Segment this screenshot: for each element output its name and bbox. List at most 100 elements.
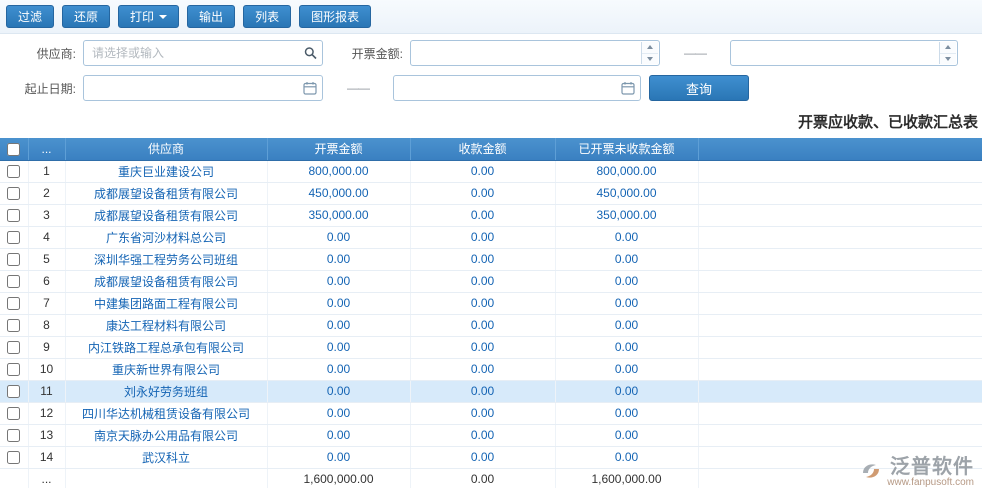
table-row[interactable]: 3 成都展望设备租赁有限公司 350,000.00 0.00 350,000.00: [0, 204, 982, 227]
row-index: 12: [28, 402, 66, 425]
table-row[interactable]: 13 南京天脉办公用品有限公司 0.00 0.00 0.00: [0, 424, 982, 447]
col-header-invoice-amount: 开票金额: [267, 138, 411, 161]
received-amount-cell: 0.00: [410, 204, 556, 227]
table-row[interactable]: 4 广东省河沙材料总公司 0.00 0.00 0.00: [0, 226, 982, 249]
row-filler-cell: [698, 248, 982, 271]
row-checkbox[interactable]: [7, 407, 21, 421]
row-checkbox-cell: [0, 380, 29, 403]
end-date-input[interactable]: [393, 75, 641, 101]
filter-row-1: 供应商: 开票金额: ——: [10, 39, 972, 67]
supplier-cell[interactable]: 成都展望设备租赁有限公司: [65, 204, 268, 227]
unreceived-amount-cell: 0.00: [555, 380, 699, 403]
row-checkbox[interactable]: [7, 297, 21, 311]
summary-table: ... 供应商 开票金额 收款金额 已开票未收款金额 1 重庆巨业建设公司 800,…: [0, 138, 982, 488]
row-checkbox[interactable]: [7, 231, 21, 245]
start-date-wrap: [83, 75, 323, 101]
table-row[interactable]: 12 四川华达机械租赁设备有限公司 0.00 0.00 0.00: [0, 402, 982, 425]
table-row[interactable]: 10 重庆新世界有限公司 0.00 0.00 0.00: [0, 358, 982, 381]
received-amount-cell: 0.00: [410, 358, 556, 381]
list-view-button[interactable]: 列表: [243, 5, 292, 28]
table-row[interactable]: 7 中建集团路面工程有限公司 0.00 0.00 0.00: [0, 292, 982, 315]
table-row[interactable]: 11 刘永好劳务班组 0.00 0.00 0.00: [0, 380, 982, 403]
invoice-amount-label: 开票金额:: [351, 46, 403, 61]
table-footer-row: ... 1,600,000.00 0.00 1,600,000.00: [0, 467, 982, 488]
row-index: 3: [28, 204, 66, 227]
row-checkbox[interactable]: [7, 451, 21, 465]
date-range-label: 起止日期:: [24, 81, 76, 96]
unreceived-amount-cell: 0.00: [555, 248, 699, 271]
row-filler-cell: [698, 446, 982, 469]
table-row[interactable]: 6 成都展望设备租赁有限公司 0.00 0.00 0.00: [0, 270, 982, 293]
filter-button[interactable]: 过滤: [6, 5, 55, 28]
received-amount-cell: 0.00: [410, 292, 556, 315]
invoice-amount-max-select[interactable]: [730, 40, 958, 66]
date-range-dash: ——: [347, 81, 370, 95]
supplier-cell[interactable]: 四川华达机械租赁设备有限公司: [65, 402, 268, 425]
row-checkbox-cell: [0, 160, 29, 183]
row-checkbox[interactable]: [7, 253, 21, 267]
spinner-up-icon[interactable]: [642, 42, 658, 54]
start-date-input[interactable]: [83, 75, 323, 101]
spinner-down-icon[interactable]: [940, 53, 956, 64]
row-checkbox[interactable]: [7, 385, 21, 399]
calendar-icon[interactable]: [621, 81, 635, 95]
footer-unreceived-total: 1,600,000.00: [555, 467, 699, 488]
search-icon[interactable]: [304, 47, 317, 60]
filter-button-label: 过滤: [18, 10, 43, 24]
chevron-down-icon: [159, 14, 168, 19]
unreceived-amount-cell: 0.00: [555, 336, 699, 359]
supplier-cell[interactable]: 刘永好劳务班组: [65, 380, 268, 403]
received-amount-cell: 0.00: [410, 402, 556, 425]
row-checkbox[interactable]: [7, 165, 21, 179]
row-checkbox[interactable]: [7, 209, 21, 223]
table-row[interactable]: 9 内江铁路工程总承包有限公司 0.00 0.00 0.00: [0, 336, 982, 359]
invoice-amount-cell: 0.00: [267, 402, 411, 425]
supplier-cell[interactable]: 中建集团路面工程有限公司: [65, 292, 268, 315]
invoice-amount-min-select[interactable]: [410, 40, 660, 66]
table-row[interactable]: 5 深圳华强工程劳务公司班组 0.00 0.00 0.00: [0, 248, 982, 271]
select-all-checkbox[interactable]: [7, 142, 21, 156]
invoice-amount-cell: 0.00: [267, 248, 411, 271]
row-checkbox[interactable]: [7, 341, 21, 355]
export-button[interactable]: 输出: [187, 5, 236, 28]
report-title: 开票应收款、已收款汇总表: [797, 114, 978, 131]
filter-panel: 供应商: 开票金额: —— 起止日期:: [0, 34, 982, 104]
row-index: 11: [28, 380, 66, 403]
supplier-cell[interactable]: 成都展望设备租赁有限公司: [65, 270, 268, 293]
print-button[interactable]: 打印: [118, 5, 180, 28]
row-checkbox[interactable]: [7, 187, 21, 201]
supplier-input[interactable]: [83, 40, 323, 66]
row-checkbox-cell: [0, 402, 29, 425]
row-checkbox[interactable]: [7, 319, 21, 333]
supplier-cell[interactable]: 广东省河沙材料总公司: [65, 226, 268, 249]
supplier-cell[interactable]: 南京天脉办公用品有限公司: [65, 424, 268, 447]
supplier-cell[interactable]: 成都展望设备租赁有限公司: [65, 182, 268, 205]
supplier-cell[interactable]: 内江铁路工程总承包有限公司: [65, 336, 268, 359]
invoice-amount-cell: 0.00: [267, 424, 411, 447]
table-row[interactable]: 8 康达工程材料有限公司 0.00 0.00 0.00: [0, 314, 982, 337]
spinner-down-icon[interactable]: [642, 53, 658, 64]
chart-report-button[interactable]: 图形报表: [299, 5, 372, 28]
table-row[interactable]: 1 重庆巨业建设公司 800,000.00 0.00 800,000.00: [0, 160, 982, 183]
row-checkbox-cell: [0, 314, 29, 337]
query-button[interactable]: 查询: [649, 75, 749, 101]
unreceived-amount-cell: 0.00: [555, 446, 699, 469]
export-button-label: 输出: [199, 10, 224, 24]
table-row[interactable]: 14 武汉科立 0.00 0.00 0.00: [0, 446, 982, 469]
supplier-cell[interactable]: 深圳华强工程劳务公司班组: [65, 248, 268, 271]
row-index: 13: [28, 424, 66, 447]
row-checkbox[interactable]: [7, 275, 21, 289]
supplier-cell[interactable]: 康达工程材料有限公司: [65, 314, 268, 337]
spinner-up-icon[interactable]: [940, 42, 956, 54]
restore-button[interactable]: 还原: [62, 5, 111, 28]
table-row[interactable]: 2 成都展望设备租赁有限公司 450,000.00 0.00 450,000.00: [0, 182, 982, 205]
row-checkbox[interactable]: [7, 429, 21, 443]
supplier-cell[interactable]: 重庆巨业建设公司: [65, 160, 268, 183]
supplier-cell[interactable]: 武汉科立: [65, 446, 268, 469]
row-checkbox[interactable]: [7, 363, 21, 377]
calendar-icon[interactable]: [303, 81, 317, 95]
invoice-amount-cell: 0.00: [267, 292, 411, 315]
received-amount-cell: 0.00: [410, 380, 556, 403]
row-checkbox-cell: [0, 424, 29, 447]
supplier-cell[interactable]: 重庆新世界有限公司: [65, 358, 268, 381]
